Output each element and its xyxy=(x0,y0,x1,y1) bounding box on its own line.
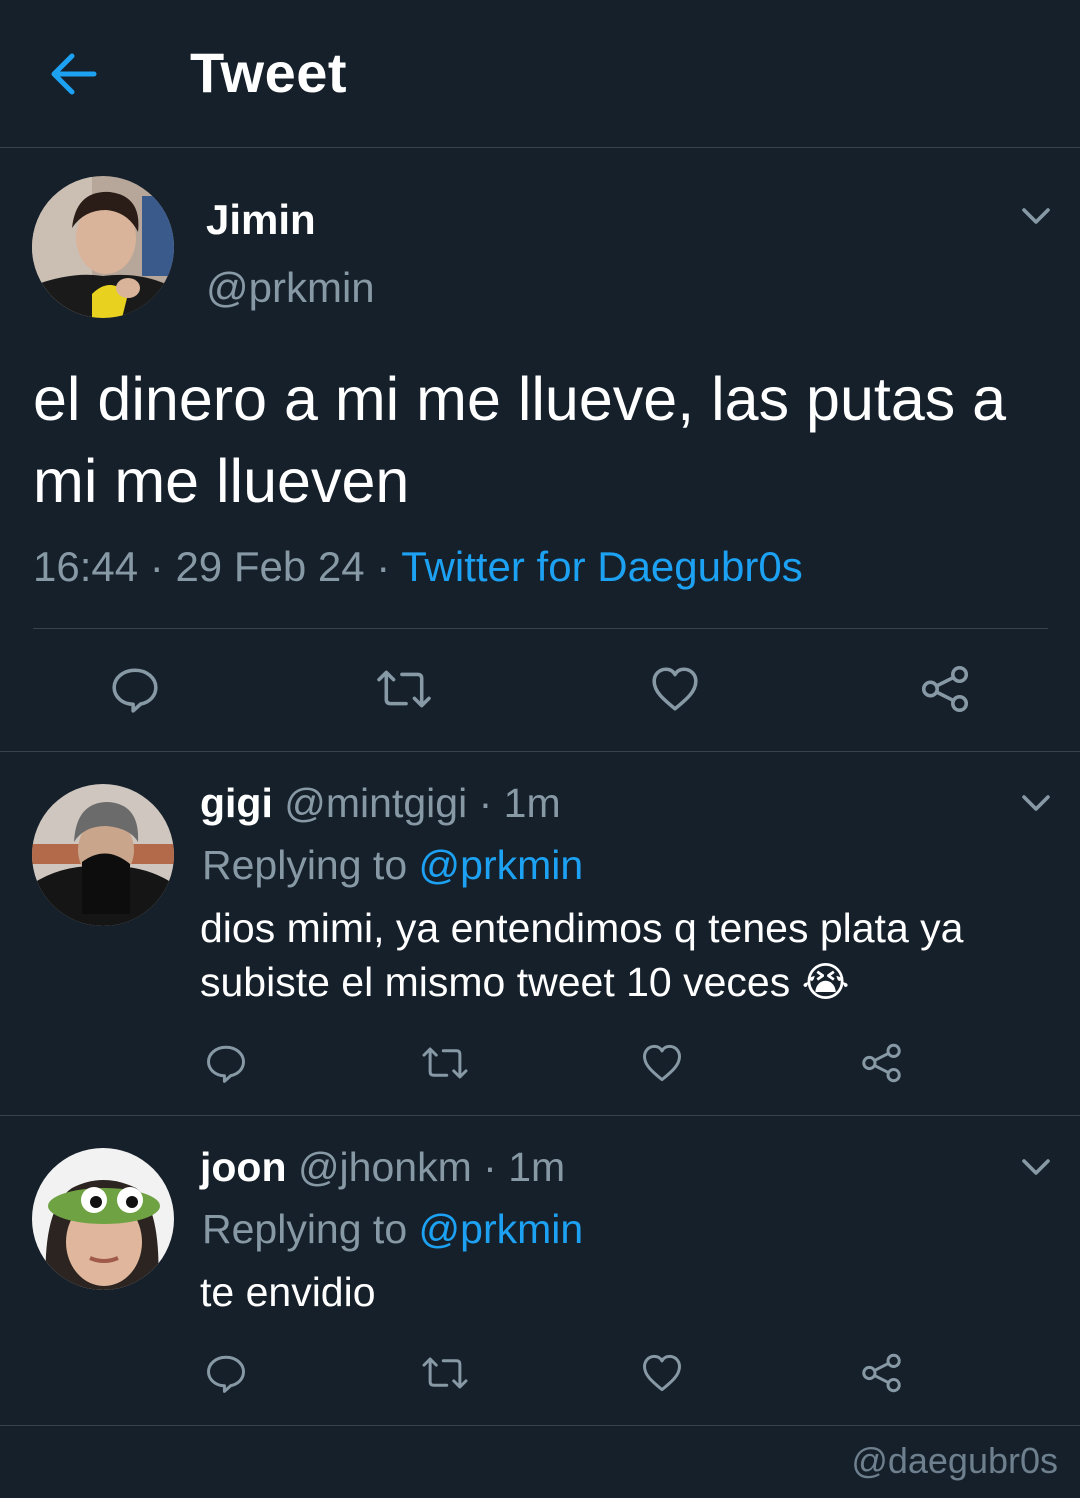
arrow-left-icon xyxy=(51,53,97,95)
reply-button[interactable] xyxy=(110,664,160,714)
retweet-button[interactable] xyxy=(418,1042,472,1084)
reply-icon xyxy=(205,1042,247,1084)
author-name[interactable]: Jimin xyxy=(206,196,316,244)
retweet-button[interactable] xyxy=(372,664,436,714)
reply-author-name[interactable]: joon xyxy=(200,1144,287,1190)
retweet-icon xyxy=(372,664,436,714)
share-icon xyxy=(918,664,972,714)
share-icon xyxy=(859,1352,904,1394)
tweet-time: 16:44 xyxy=(33,543,139,590)
back-button[interactable] xyxy=(48,50,100,98)
replying-to-label: Replying to xyxy=(202,1206,408,1252)
replying-to-label: Replying to xyxy=(202,842,408,888)
reply-header: gigi @mintgigi · 1m xyxy=(200,780,561,827)
replying-to-handle[interactable]: @prkmin xyxy=(419,1206,584,1252)
chevron-down-icon xyxy=(1020,1156,1052,1178)
share-button[interactable] xyxy=(859,1352,904,1394)
page-title: Tweet xyxy=(190,41,348,104)
watermark: @daegubr0s xyxy=(851,1440,1058,1481)
retweet-icon xyxy=(418,1042,472,1084)
heart-icon xyxy=(641,1352,683,1394)
author-handle[interactable]: @prkmin xyxy=(206,264,375,312)
reply-author-name[interactable]: gigi xyxy=(200,780,273,826)
tweet-menu-button[interactable] xyxy=(1020,205,1052,227)
meta-separator: · xyxy=(478,780,493,826)
tweet-text: el dinero a mi me llueve, las putas a mi… xyxy=(33,365,1007,515)
like-button[interactable] xyxy=(650,664,700,714)
retweet-button[interactable] xyxy=(418,1352,472,1394)
avatar[interactable] xyxy=(32,176,174,318)
retweet-icon xyxy=(418,1352,472,1394)
meta-separator: · xyxy=(149,543,164,590)
reply-age: 1m xyxy=(508,1144,566,1190)
reply-age: 1m xyxy=(503,780,561,826)
reply-header: joon @jhonkm · 1m xyxy=(200,1144,565,1191)
heart-icon xyxy=(650,664,700,714)
tweet-date: 29 Feb 24 xyxy=(175,543,365,590)
avatar[interactable] xyxy=(32,1148,174,1290)
replying-to: Replying to @prkmin xyxy=(202,842,583,889)
like-button[interactable] xyxy=(641,1042,683,1084)
reply-text: dios mimi, ya entendimos q tenes plata y… xyxy=(200,905,964,1005)
like-button[interactable] xyxy=(641,1352,683,1394)
reply-text: te envidio xyxy=(200,1269,376,1315)
reply-icon xyxy=(205,1352,247,1394)
replying-to: Replying to @prkmin xyxy=(202,1206,583,1253)
chevron-down-icon xyxy=(1020,205,1052,227)
divider xyxy=(0,751,1080,752)
avatar[interactable] xyxy=(32,784,174,926)
reply-button[interactable] xyxy=(205,1042,247,1084)
reply-menu-button[interactable] xyxy=(1020,1156,1052,1178)
divider xyxy=(0,1425,1080,1426)
top-bar: Tweet xyxy=(0,0,1080,148)
divider xyxy=(0,1115,1080,1116)
chevron-down-icon xyxy=(1020,792,1052,814)
meta-separator: · xyxy=(376,543,391,590)
replying-to-handle[interactable]: @prkmin xyxy=(419,842,584,888)
tweet-meta: 16:44 · 29 Feb 24 · Twitter for Daegubr0… xyxy=(33,543,803,591)
reply-icon xyxy=(110,664,160,714)
reply-button[interactable] xyxy=(205,1352,247,1394)
share-button[interactable] xyxy=(918,664,972,714)
reply-author-handle[interactable]: @jhonkm xyxy=(298,1144,472,1190)
reply-menu-button[interactable] xyxy=(1020,792,1052,814)
reply-author-handle[interactable]: @mintgigi xyxy=(284,780,467,826)
share-button[interactable] xyxy=(859,1042,904,1084)
share-icon xyxy=(859,1042,904,1084)
tweet-source-link[interactable]: Twitter for Daegubr0s xyxy=(401,543,803,590)
divider xyxy=(33,628,1048,629)
heart-icon xyxy=(641,1042,683,1084)
meta-separator: · xyxy=(483,1144,497,1190)
